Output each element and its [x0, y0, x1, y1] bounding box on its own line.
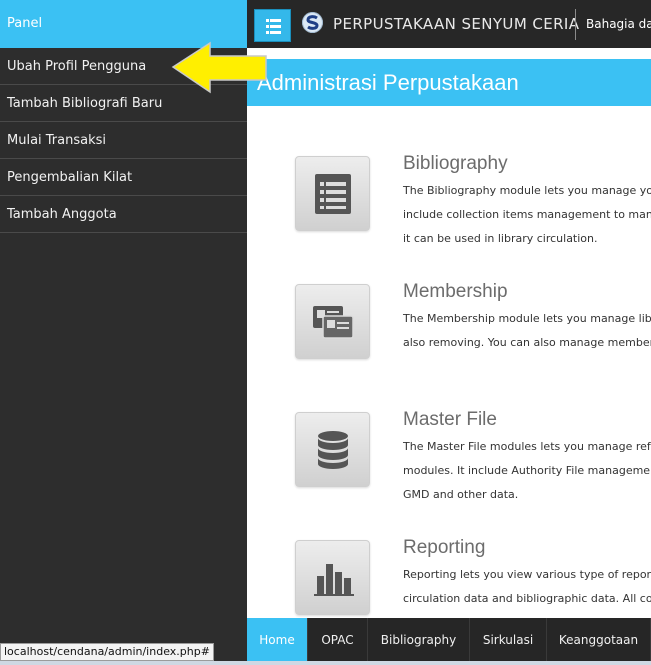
- module-master-file[interactable]: Master File The Master File modules lets…: [247, 409, 651, 529]
- sidebar-item-pengembalian-kilat[interactable]: Pengembalian Kilat: [0, 159, 247, 196]
- hamburger-list-icon: [266, 19, 281, 34]
- senayan-logo-icon: [302, 12, 323, 33]
- description-line: include collection items management to m…: [403, 208, 651, 221]
- description-line: The Membership module lets you manage li…: [403, 312, 651, 325]
- menu-toggle-button[interactable]: [254, 9, 291, 42]
- module-description: The Membership module lets you manage li…: [403, 307, 651, 355]
- database-icon: [318, 431, 348, 469]
- description-line: it can be used in library circulation.: [403, 232, 598, 245]
- nav-keanggotaan[interactable]: Keanggotaan: [547, 618, 651, 662]
- nav-sirkulasi[interactable]: Sirkulasi: [470, 618, 547, 662]
- module-description: The Bibliography module lets you manage …: [403, 179, 651, 251]
- module-icon-box[interactable]: [295, 156, 370, 231]
- description-line: circulation data and bibliographic data.…: [403, 592, 651, 605]
- module-description: The Master File modules lets you manage …: [403, 435, 651, 507]
- module-title[interactable]: Master File: [403, 409, 497, 431]
- sidebar-item-mulai-transaksi[interactable]: Mulai Transaksi: [0, 122, 247, 159]
- nav-opac[interactable]: OPAC: [308, 618, 368, 662]
- description-line: Reporting lets you view various type of …: [403, 568, 651, 581]
- module-list: Bibliography The Bibliography module let…: [247, 106, 651, 618]
- nav-bibliography[interactable]: Bibliography: [368, 618, 470, 662]
- module-membership[interactable]: Membership The Membership module lets yo…: [247, 281, 651, 401]
- description-line: The Bibliography module lets you manage …: [403, 184, 651, 197]
- list-document-icon: [315, 174, 351, 214]
- user-greeting[interactable]: Bahagia dari: [586, 0, 651, 48]
- module-bibliography[interactable]: Bibliography The Bibliography module let…: [247, 153, 651, 273]
- module-icon-box[interactable]: [295, 412, 370, 487]
- top-bar: PERPUSTAKAAN SENYUM CERIA Bahagia dari: [247, 0, 651, 48]
- module-title[interactable]: Reporting: [403, 537, 485, 559]
- nav-home[interactable]: Home: [247, 618, 308, 662]
- member-cards-icon: [313, 306, 354, 339]
- description-line: modules. It include Authority File manag…: [403, 464, 651, 477]
- module-description: Reporting lets you view various type of …: [403, 563, 651, 611]
- brand-title: PERPUSTAKAAN SENYUM CERIA: [333, 15, 580, 33]
- module-icon-box[interactable]: [295, 284, 370, 359]
- topbar-divider: [575, 9, 576, 40]
- arrow-annotation-icon: [171, 41, 267, 94]
- bar-chart-icon: [314, 564, 354, 596]
- taskbar-strip: [0, 661, 651, 665]
- bottom-nav: Home OPAC Bibliography Sirkulasi Keanggo…: [247, 618, 651, 662]
- module-title[interactable]: Membership: [403, 281, 508, 303]
- description-line: GMD and other data.: [403, 488, 519, 501]
- page-title-bar: Administrasi Perpustakaan: [247, 59, 651, 106]
- module-icon-box[interactable]: [295, 540, 370, 615]
- module-reporting[interactable]: Reporting Reporting lets you view variou…: [247, 537, 651, 618]
- description-line: also removing. You can also manage membe…: [403, 336, 651, 349]
- description-line: The Master File modules lets you manage …: [403, 440, 651, 453]
- status-url: localhost/cendana/admin/index.php#: [0, 643, 214, 661]
- sidebar-item-tambah-anggota[interactable]: Tambah Anggota: [0, 196, 247, 233]
- page-title: Administrasi Perpustakaan: [257, 70, 519, 95]
- sidebar: Panel Ubah Profil Pengguna Tambah Biblio…: [0, 0, 247, 665]
- module-title[interactable]: Bibliography: [403, 153, 508, 175]
